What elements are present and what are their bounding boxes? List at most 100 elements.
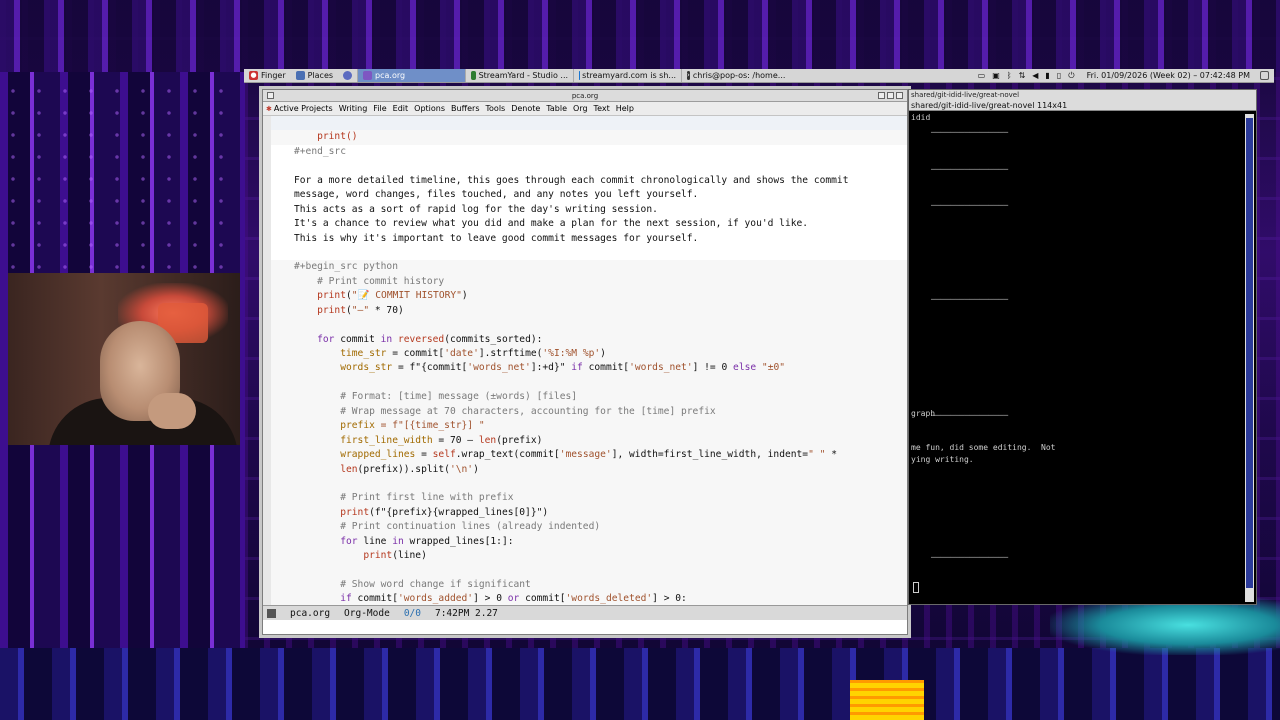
- window-title: pca.org: [571, 92, 599, 100]
- task-pca-org[interactable]: pca.org: [357, 69, 466, 82]
- menu-tools[interactable]: Tools: [483, 104, 509, 113]
- menu-writing[interactable]: Writing: [336, 104, 371, 113]
- code-line: len(prefix)).split('\n'): [263, 462, 907, 477]
- top-panel: ● Finger Places pca.org StreamYard - Stu…: [244, 69, 1274, 83]
- code-line: time_str = commit['date'].strftime('%I:%…: [263, 347, 907, 362]
- monitor-icon[interactable]: ▣: [992, 71, 1000, 80]
- mode-line-time: 7:42PM 2.27: [434, 608, 498, 619]
- terminal-tab[interactable]: shared/git-idid-live/great-novel 114x41: [909, 100, 1256, 111]
- chrome-icon: [471, 71, 476, 80]
- prose-line: This is why it's important to leave good…: [294, 232, 699, 244]
- scrollbar-thumb[interactable]: [1246, 118, 1253, 588]
- terminal-rule: ────────────────: [931, 411, 1009, 420]
- emacs-menubar: Active Projects Writing File Edit Option…: [263, 102, 907, 116]
- emacs-window: pca.org Active Projects Writing File Edi…: [262, 89, 908, 635]
- panel-clock[interactable]: Fri. 01/09/2026 (Week 02) – 07:42:48 PM: [1082, 69, 1255, 82]
- menu-buffers[interactable]: Buffers: [448, 104, 482, 113]
- code-line: # Print commit history: [263, 274, 907, 290]
- browser-launcher[interactable]: [338, 69, 357, 82]
- code-line: # Show word change if significant: [263, 578, 907, 593]
- battery-icon[interactable]: ▯: [1057, 71, 1061, 80]
- emacs-titlebar[interactable]: pca.org: [263, 90, 907, 102]
- code-line: #+begin_src python: [263, 260, 907, 275]
- code-line: print(line): [263, 549, 907, 564]
- wallpaper-top: [0, 0, 1280, 72]
- panel-end-button[interactable]: [1255, 69, 1274, 82]
- wallpaper-dots: [0, 80, 245, 280]
- apps-icon: ●: [249, 71, 258, 80]
- code-line: print(): [263, 130, 907, 145]
- code-line: # Wrap message at 70 characters, account…: [263, 404, 907, 420]
- blank-line: [263, 375, 907, 391]
- mode-line-position: 0/0: [403, 608, 421, 619]
- terminal-titlebar[interactable]: shared/git-idid-live/great-novel: [909, 90, 1256, 100]
- task-terminal[interactable]: › chris@pop-os: /home...: [681, 69, 789, 82]
- wallpaper-yellow: [850, 680, 924, 720]
- menu-text[interactable]: Text: [591, 104, 613, 113]
- prose-line: message, word changes, files touched, an…: [294, 189, 699, 201]
- terminal-cursor: [913, 582, 919, 593]
- code-line: [263, 116, 907, 131]
- code-line: #+end_src: [294, 145, 346, 157]
- terminal-line: me fun, did some editing. Not: [911, 443, 1056, 452]
- code-line: # Print first line with prefix: [263, 491, 907, 506]
- menu-edit[interactable]: Edit: [390, 104, 412, 113]
- code-line: prefix = f"[{time_str}] ": [263, 419, 907, 434]
- panel-menu-places[interactable]: Places: [291, 69, 338, 82]
- system-tray: ▭ ▣ ᛒ ⇅ ◀ ▮ ▯ ⏻: [971, 69, 1082, 82]
- terminal-icon: ›: [687, 71, 690, 80]
- terminal-scrollbar[interactable]: [1245, 114, 1254, 602]
- mode-line-buffer-name: pca.org: [290, 608, 331, 619]
- signal-icon[interactable]: ▮: [1045, 71, 1049, 80]
- terminal-rule: ────────────────: [931, 165, 1009, 174]
- terminal-window: shared/git-idid-live/great-novel shared/…: [908, 89, 1257, 605]
- bluetooth-icon[interactable]: ᛒ: [1007, 71, 1012, 80]
- window-controls: [878, 92, 903, 99]
- display-icon[interactable]: ▭: [978, 71, 986, 80]
- maximize-button[interactable]: [887, 92, 894, 99]
- close-button[interactable]: [896, 92, 903, 99]
- window-menu-button[interactable]: [267, 92, 274, 99]
- mode-line-major-mode: Org-Mode: [344, 608, 390, 619]
- terminal-rule: ────────────────: [931, 201, 1009, 210]
- blank-line: [263, 318, 907, 333]
- menu-table[interactable]: Table: [543, 104, 570, 113]
- wallpaper-bottom: [0, 648, 1280, 720]
- code-line: first_line_width = 70 – len(prefix): [263, 433, 907, 449]
- editor-buffer[interactable]: print() #+end_src For a more detailed ti…: [263, 116, 907, 610]
- prose-line: For a more detailed timeline, this goes …: [294, 174, 849, 186]
- code-line: print(f"{prefix}{wrapped_lines[0]}"): [263, 505, 907, 521]
- mode-line[interactable]: pca.org Org-Mode 0/0 7:42PM 2.27: [263, 605, 907, 620]
- menu-active-projects[interactable]: Active Projects: [263, 104, 336, 113]
- network-icon[interactable]: ⇅: [1019, 71, 1026, 80]
- panel-menu-finger[interactable]: ● Finger: [244, 69, 291, 82]
- menu-org[interactable]: Org: [570, 104, 591, 113]
- terminal-line: ying writing.: [911, 455, 974, 464]
- code-line: for commit in reversed(commits_sorted):: [263, 332, 907, 347]
- power-icon[interactable]: ⏻: [1068, 71, 1074, 81]
- volume-icon[interactable]: ◀: [1032, 71, 1038, 80]
- code-line: print("–" * 70): [263, 303, 907, 319]
- code-line: wrapped_lines = self.wrap_text(commit['m…: [263, 448, 907, 463]
- code-line: for line in wrapped_lines[1:]:: [263, 534, 907, 550]
- terminal-rule: ────────────────: [931, 128, 1009, 137]
- menu-file[interactable]: File: [370, 104, 389, 113]
- prose-line: This acts as a sort of rapid log for the…: [294, 203, 658, 215]
- prose-line: It's a chance to review what you did and…: [294, 218, 809, 230]
- terminal-line: graph: [911, 409, 936, 418]
- desktop: ● Finger Places pca.org StreamYard - Stu…: [0, 0, 1280, 720]
- terminal-rule: ────────────────: [931, 295, 1009, 304]
- task-streamyard-sharing[interactable]: streamyard.com is sh...: [573, 69, 681, 82]
- menu-options[interactable]: Options: [411, 104, 448, 113]
- panel-menu-icon: [1260, 71, 1269, 80]
- task-streamyard-studio[interactable]: StreamYard - Studio ...: [465, 69, 573, 82]
- menu-help[interactable]: Help: [613, 104, 637, 113]
- code-line: # Format: [time] message (±words) [files…: [263, 390, 907, 405]
- terminal-output[interactable]: idid ──────────────── ──────────────── ─…: [911, 112, 1241, 602]
- browser-icon: [343, 71, 353, 80]
- menu-denote[interactable]: Denote: [508, 104, 543, 113]
- minimize-button[interactable]: [878, 92, 885, 99]
- fringe: [263, 116, 271, 610]
